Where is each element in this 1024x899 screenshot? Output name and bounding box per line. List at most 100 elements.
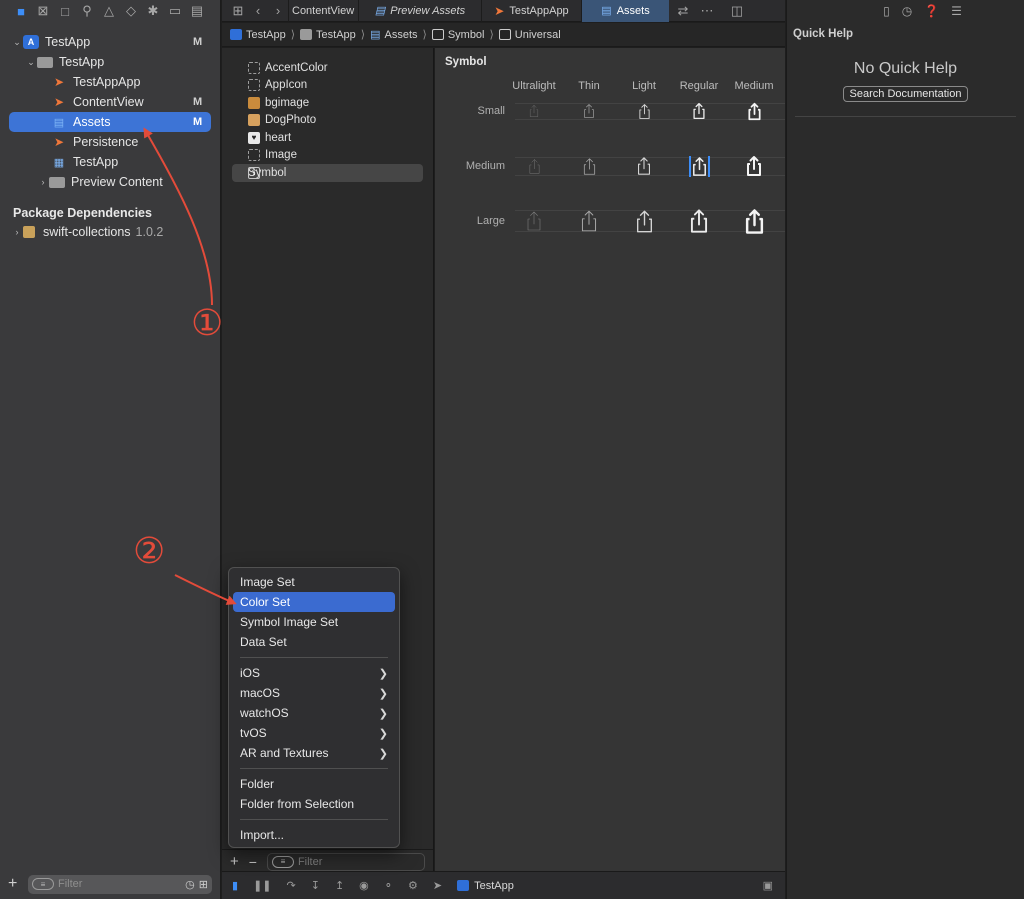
add-icon[interactable]: + bbox=[8, 875, 22, 893]
more-options-icon[interactable]: ⋯ bbox=[697, 3, 717, 19]
chevron-right-icon[interactable]: › bbox=[37, 177, 49, 187]
package-name: swift-collections bbox=[43, 225, 131, 239]
tree-item-file[interactable]: ➤ ContentView M bbox=[9, 92, 211, 112]
view-hierarchy-icon[interactable]: ◉ bbox=[359, 879, 369, 892]
tree-item-group[interactable]: ⌄ TestApp bbox=[9, 52, 211, 72]
tree-item-file[interactable]: ➤ TestAppApp bbox=[9, 72, 211, 92]
search-documentation-button[interactable]: Search Documentation bbox=[842, 86, 969, 102]
asset-item-selected[interactable]: ⇧ Symbol bbox=[232, 164, 423, 182]
asset-item[interactable]: ♥ heart bbox=[232, 129, 423, 147]
asset-item[interactable]: AccentColor bbox=[232, 59, 423, 77]
menu-item-image-set[interactable]: Image Set bbox=[233, 572, 395, 592]
breadcrumb-item[interactable]: TestApp bbox=[300, 29, 356, 41]
menu-item-ar-textures[interactable]: AR and Textures ❯ bbox=[233, 743, 395, 763]
attributes-icon[interactable]: ☰ bbox=[951, 4, 962, 18]
history-icon[interactable]: ◷ bbox=[902, 4, 912, 18]
breadcrumb-item[interactable]: Symbol bbox=[431, 29, 485, 41]
file-inspector-icon[interactable]: ▯ bbox=[883, 4, 890, 18]
tree-item-project[interactable]: ⌄ A TestApp M bbox=[9, 32, 211, 52]
test-icon[interactable]: ◇ bbox=[120, 1, 142, 21]
menu-item-folder-from-selection[interactable]: Folder from Selection bbox=[233, 794, 395, 814]
share-icon[interactable] bbox=[690, 102, 708, 120]
menu-item-label: iOS bbox=[240, 666, 261, 680]
share-icon[interactable] bbox=[636, 103, 653, 120]
share-icon[interactable] bbox=[581, 103, 597, 119]
related-items-icon[interactable]: ⇄ bbox=[673, 3, 693, 19]
folder-icon[interactable]: ■ bbox=[10, 1, 32, 21]
filter-options-icon[interactable]: ≡ bbox=[32, 878, 54, 890]
debug-icon[interactable]: ✱ bbox=[142, 1, 164, 21]
console-toggle-icon[interactable]: ▮ bbox=[232, 879, 238, 892]
menu-item-symbol-image-set[interactable]: Symbol Image Set bbox=[233, 612, 395, 632]
location-icon[interactable]: ➤ bbox=[433, 879, 442, 892]
tab-assets[interactable]: ▤ Assets bbox=[581, 0, 669, 22]
step-into-icon[interactable]: ↧ bbox=[311, 879, 320, 892]
chevron-right-icon: ❯ bbox=[378, 687, 388, 700]
step-over-icon[interactable]: ↷ bbox=[287, 879, 296, 892]
scheme-selector[interactable]: TestApp bbox=[457, 880, 514, 892]
tab-label: Preview Assets bbox=[390, 4, 466, 17]
add-icon[interactable]: + bbox=[230, 853, 239, 870]
breadcrumb-item[interactable]: Universal bbox=[498, 29, 561, 41]
chevron-down-icon[interactable]: ⌄ bbox=[25, 57, 37, 68]
tab-contentview[interactable]: ContentView bbox=[288, 0, 358, 22]
chevron-down-icon[interactable]: ⌄ bbox=[11, 37, 23, 48]
split-editor-icon[interactable]: ◫ bbox=[727, 3, 747, 19]
tree-item-group[interactable]: › Preview Content bbox=[9, 172, 211, 192]
asset-filter-field[interactable]: ≡ Filter bbox=[266, 852, 425, 871]
asset-item[interactable]: DogPhoto bbox=[232, 112, 423, 130]
search-icon[interactable]: ⚲ bbox=[76, 1, 98, 21]
asset-item[interactable]: AppIcon bbox=[232, 77, 423, 95]
menu-item-ios[interactable]: iOS ❯ bbox=[233, 663, 395, 683]
recent-files-icon[interactable]: ◷ bbox=[185, 878, 195, 891]
step-out-icon[interactable]: ↥ bbox=[335, 879, 344, 892]
tree-item-assets[interactable]: ▤ Assets M bbox=[9, 112, 211, 132]
pause-icon[interactable]: ❚❚ bbox=[253, 879, 271, 892]
source-control-icon[interactable]: ⊠ bbox=[32, 1, 54, 21]
share-icon[interactable] bbox=[634, 156, 654, 176]
share-icon[interactable] bbox=[743, 155, 765, 177]
menu-item-import[interactable]: Import... bbox=[233, 825, 395, 845]
menu-item-tvos[interactable]: tvOS ❯ bbox=[233, 723, 395, 743]
navigator-filter-field[interactable]: ≡ Filter ◷ ⊞ bbox=[28, 874, 212, 894]
chevron-right-icon[interactable]: › bbox=[11, 227, 23, 237]
breadcrumb-item[interactable]: TestApp bbox=[230, 29, 286, 41]
menu-item-data-set[interactable]: Data Set bbox=[233, 632, 395, 652]
share-icon[interactable] bbox=[526, 158, 543, 175]
share-icon[interactable] bbox=[741, 208, 768, 235]
breadcrumb-item[interactable]: ▤ Assets bbox=[370, 28, 417, 42]
hide-debug-area-icon[interactable]: ▣ bbox=[763, 879, 773, 892]
menu-item-color-set[interactable]: Color Set bbox=[233, 592, 395, 612]
tree-item-file[interactable]: ➤ Persistence bbox=[9, 132, 211, 152]
share-icon[interactable] bbox=[580, 157, 599, 176]
grid-icon[interactable]: ⊞ bbox=[228, 3, 248, 19]
tab-preview-assets[interactable]: ▤ Preview Assets bbox=[358, 0, 481, 22]
back-icon[interactable]: ‹ bbox=[248, 3, 268, 18]
share-icon[interactable] bbox=[632, 209, 657, 234]
menu-item-watchos[interactable]: watchOS ❯ bbox=[233, 703, 395, 723]
share-icon[interactable] bbox=[686, 208, 712, 234]
share-icon[interactable] bbox=[523, 210, 545, 232]
environment-icon[interactable]: ⚙ bbox=[408, 879, 418, 892]
tree-item-package[interactable]: › swift-collections 1.0.2 bbox=[9, 222, 211, 242]
filter-options-icon[interactable]: ≡ bbox=[271, 855, 294, 868]
share-icon[interactable] bbox=[577, 209, 601, 233]
menu-item-folder[interactable]: Folder bbox=[233, 774, 395, 794]
quick-help-icon[interactable]: ❓ bbox=[924, 4, 939, 18]
share-icon[interactable] bbox=[745, 102, 764, 121]
memory-graph-icon[interactable]: ⚬ bbox=[384, 879, 393, 892]
asset-item[interactable]: Image bbox=[232, 147, 423, 165]
tree-item-file[interactable]: ▦ TestApp bbox=[9, 152, 211, 172]
report-icon[interactable]: ▤ bbox=[186, 1, 208, 21]
share-icon[interactable] bbox=[689, 156, 710, 177]
hierarchy-icon[interactable]: □ bbox=[54, 1, 76, 21]
breakpoint-icon[interactable]: ▭ bbox=[164, 1, 186, 21]
tab-testappapp[interactable]: ➤ TestAppApp bbox=[481, 0, 581, 22]
scm-filter-icon[interactable]: ⊞ bbox=[199, 878, 208, 891]
share-icon[interactable] bbox=[527, 104, 541, 118]
menu-item-macos[interactable]: macOS ❯ bbox=[233, 683, 395, 703]
warning-icon[interactable]: △ bbox=[98, 1, 120, 21]
forward-icon[interactable]: › bbox=[268, 3, 288, 18]
remove-icon[interactable]: − bbox=[249, 854, 257, 870]
asset-item[interactable]: bgimage bbox=[232, 94, 423, 112]
